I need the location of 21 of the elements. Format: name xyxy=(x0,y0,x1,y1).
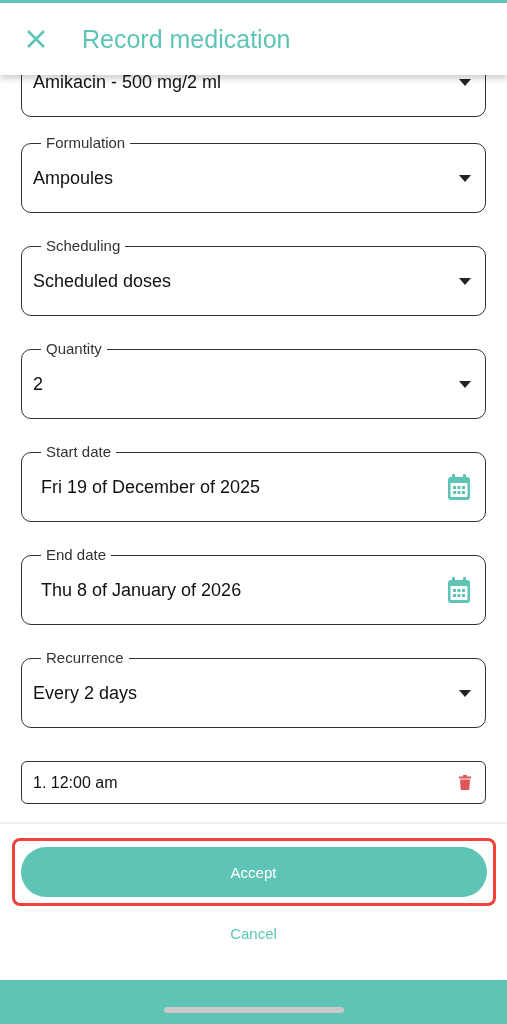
time-value: 1. 12:00 am xyxy=(33,773,119,792)
dropdown-arrow-icon xyxy=(459,380,471,388)
field-value: Amikacin - 500 mg/2 ml xyxy=(33,75,223,93)
trash-icon[interactable] xyxy=(459,775,471,790)
field-value: Thu 8 of January of 2026 xyxy=(40,579,243,601)
calendar-icon[interactable] xyxy=(447,577,471,603)
select-field[interactable]: Amikacin - 500 mg/2 ml xyxy=(21,75,486,117)
screen-title: Record medication xyxy=(82,24,291,54)
dropdown-arrow-icon xyxy=(459,78,471,86)
dropdown-arrow-icon xyxy=(459,689,471,697)
field-value: Every 2 days xyxy=(33,682,139,704)
field-label: Quantity xyxy=(41,340,107,358)
field-value: Fri 19 of December of 2025 xyxy=(40,476,262,498)
field-value: 2 xyxy=(33,373,44,395)
dropdown-arrow-icon xyxy=(459,174,471,182)
field-value: Scheduled doses xyxy=(33,270,173,292)
field-label: Scheduling xyxy=(41,237,126,255)
calendar-icon[interactable] xyxy=(447,474,471,500)
field-value: Ampoules xyxy=(33,167,115,189)
dropdown-arrow-icon xyxy=(459,277,471,285)
time-row[interactable]: 1. 12:00 am xyxy=(21,761,486,804)
